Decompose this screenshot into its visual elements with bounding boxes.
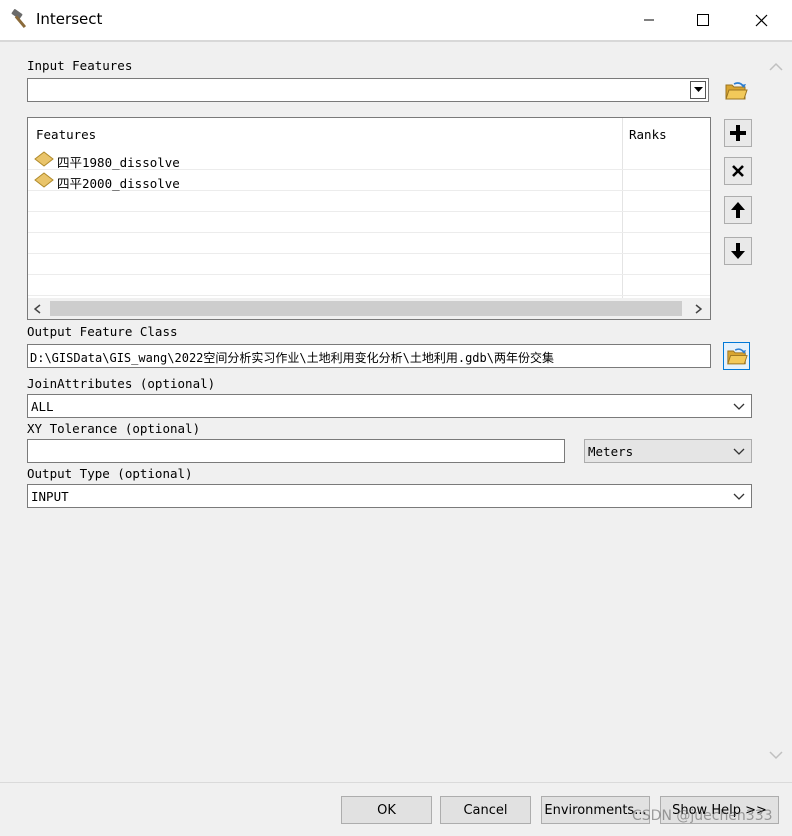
xy-tolerance-input[interactable]: [27, 439, 565, 463]
maximize-icon: [697, 14, 709, 26]
add-button[interactable]: [724, 119, 752, 147]
move-down-icon: [731, 243, 745, 259]
table-row[interactable]: 四平1980_dissolve: [28, 149, 710, 170]
title-bar: Intersect: [0, 0, 792, 40]
xy-tolerance-label: XY Tolerance (optional): [27, 421, 201, 436]
chevron-down-icon: [733, 493, 745, 500]
move-down-button[interactable]: [724, 237, 752, 265]
ok-button[interactable]: OK: [341, 796, 432, 824]
feature-name: 四平1980_dissolve: [57, 155, 180, 170]
output-feature-class-label: Output Feature Class: [27, 324, 178, 339]
table-row[interactable]: 四平2000_dissolve: [28, 170, 710, 191]
move-up-icon: [731, 202, 745, 218]
table-row: [28, 254, 710, 275]
join-attributes-label: JoinAttributes (optional): [27, 376, 216, 391]
features-table[interactable]: Features Ranks 四平1980_dissolve 四平2000_di…: [27, 117, 711, 320]
table-row: [28, 233, 710, 254]
dropdown-arrow-button[interactable]: [690, 81, 706, 99]
scrollbar-thumb[interactable]: [50, 301, 682, 316]
chevron-down-icon: [733, 448, 745, 455]
scroll-right-icon[interactable]: [695, 304, 702, 314]
input-features-label: Input Features: [27, 58, 133, 73]
xy-tolerance-unit-select[interactable]: Meters: [584, 439, 752, 463]
join-attributes-select[interactable]: ALL: [27, 394, 752, 418]
cancel-button[interactable]: Cancel: [440, 796, 531, 824]
close-icon: [755, 14, 767, 26]
horizontal-scrollbar[interactable]: [28, 298, 710, 319]
maximize-button[interactable]: [680, 0, 726, 40]
folder-open-icon: [726, 347, 748, 364]
table-row: [28, 275, 710, 296]
polygon-layer-icon: [34, 172, 54, 188]
polygon-layer-icon: [34, 151, 54, 167]
move-up-button[interactable]: [724, 196, 752, 224]
watermark: CSDN @juechen333: [632, 808, 773, 824]
features-column-header: Features: [36, 127, 97, 142]
chevron-down-icon: [733, 403, 745, 410]
table-row: [28, 191, 710, 212]
output-browse-button[interactable]: [723, 342, 750, 370]
remove-icon: [732, 165, 744, 177]
minimize-button[interactable]: [626, 0, 672, 40]
output-feature-class-field[interactable]: D:\GISData\GIS_wang\2022空间分析实习作业\土地利用变化分…: [27, 344, 711, 368]
remove-button[interactable]: [724, 157, 752, 185]
title-separator: [0, 40, 792, 42]
minimize-icon: [644, 19, 654, 21]
scroll-up-icon[interactable]: [768, 62, 784, 72]
add-icon: [730, 125, 746, 141]
dropdown-arrow-icon: [693, 87, 703, 92]
folder-open-icon: [725, 82, 748, 100]
ranks-column-header: Ranks: [629, 127, 667, 142]
hammer-icon: [11, 9, 27, 29]
input-browse-button[interactable]: [722, 78, 750, 104]
input-features-combo[interactable]: [27, 78, 709, 102]
table-row: [28, 212, 710, 233]
scroll-down-icon[interactable]: [768, 750, 784, 760]
feature-name: 四平2000_dissolve: [57, 176, 180, 191]
window-title: Intersect: [36, 10, 103, 28]
close-button[interactable]: [738, 0, 784, 40]
scroll-left-icon[interactable]: [34, 304, 41, 314]
output-type-label: Output Type (optional): [27, 466, 193, 481]
footer-separator: [0, 782, 792, 783]
output-type-select[interactable]: INPUT: [27, 484, 752, 508]
